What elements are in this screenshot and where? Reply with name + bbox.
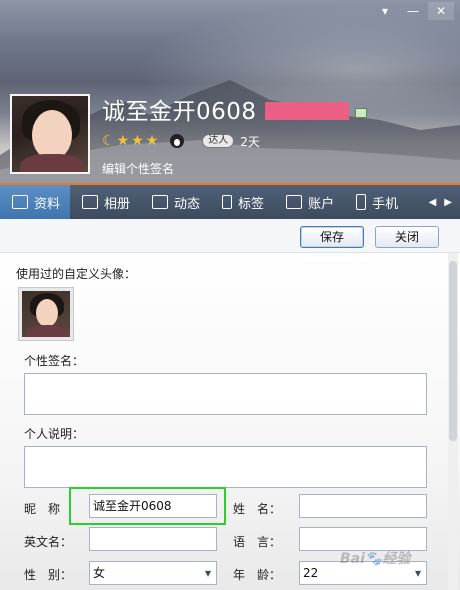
scroll-thumb[interactable]: [449, 261, 457, 441]
arrow-left-icon[interactable]: ◀: [429, 197, 437, 208]
tab-scroll: ◀ ▶: [429, 197, 460, 208]
used-avatar-thumbnail[interactable]: [18, 287, 74, 341]
penguin-icon: [170, 134, 185, 148]
used-avatars-label: 使用过的自定义头像：: [16, 267, 137, 281]
daren-status: 达人 2天: [202, 133, 260, 150]
tab-tags[interactable]: 标签: [210, 185, 274, 219]
edit-signature-link[interactable]: 编辑个性签名: [102, 160, 174, 177]
age-label: 年 龄：: [233, 568, 282, 582]
highlight-box: [69, 487, 226, 525]
moon-icon: ☾: [102, 133, 115, 149]
profile-header: ▾ — ✕ 诚至金开0608 ☾ ★ ★ ★ 达人 2天 编辑个性签名: [0, 0, 460, 183]
tab-album[interactable]: 相册: [70, 185, 140, 219]
bookmark-icon: [222, 195, 233, 209]
star-icon: ★: [145, 133, 159, 149]
close-button[interactable]: 关闭: [375, 226, 439, 248]
tab-account[interactable]: 账户: [274, 185, 344, 219]
nickname-label: 昵 称: [24, 502, 61, 516]
profile-card-icon: [12, 195, 28, 209]
surname-label: 姓 名：: [233, 502, 282, 516]
arrow-right-icon[interactable]: ▶: [444, 197, 452, 208]
language-label: 语 言：: [233, 535, 282, 549]
english-name-label: 英文名：: [24, 535, 73, 549]
tab-bar: 资料 相册 动态 标签 账户 手机 ◀ ▶: [0, 183, 460, 219]
signature-textarea[interactable]: [24, 373, 427, 415]
minimize-icon[interactable]: —: [400, 2, 426, 20]
description-label: 个人说明：: [24, 427, 85, 441]
scrollbar[interactable]: [448, 253, 458, 590]
list-icon: [152, 195, 169, 209]
profile-nickname: 诚至金开0608: [102, 99, 257, 125]
redacted-bar: [265, 102, 349, 120]
close-icon[interactable]: ✕: [428, 2, 454, 20]
menu-icon[interactable]: ▾: [372, 2, 398, 20]
toolbar: 保存 关闭: [0, 219, 460, 253]
phone-icon: [356, 194, 367, 210]
surname-input[interactable]: [299, 494, 427, 518]
save-button[interactable]: 保存: [300, 226, 364, 248]
tab-feed[interactable]: 动态: [140, 185, 210, 219]
edit-icon[interactable]: [355, 108, 367, 118]
tab-profile[interactable]: 资料: [0, 185, 71, 219]
description-textarea[interactable]: [24, 446, 427, 488]
profile-avatar[interactable]: [10, 94, 90, 174]
star-icon: ★: [131, 133, 144, 149]
gender-label: 性 别：: [24, 568, 73, 582]
briefcase-icon: [286, 195, 303, 209]
star-icon: ★: [116, 133, 130, 149]
tab-phone[interactable]: 手机: [344, 185, 408, 219]
window-controls: ▾ — ✕: [372, 2, 454, 20]
album-icon: [82, 195, 99, 209]
gender-select[interactable]: 女: [89, 561, 217, 585]
signature-label: 个性签名：: [24, 354, 85, 368]
watermark: Bai🐾经验: [340, 551, 411, 567]
daren-badge: 达人: [202, 134, 235, 148]
level-row: ☾ ★ ★ ★ 达人 2天: [102, 132, 260, 150]
english-name-input[interactable]: [89, 527, 217, 551]
days-count: 2天: [240, 134, 260, 149]
